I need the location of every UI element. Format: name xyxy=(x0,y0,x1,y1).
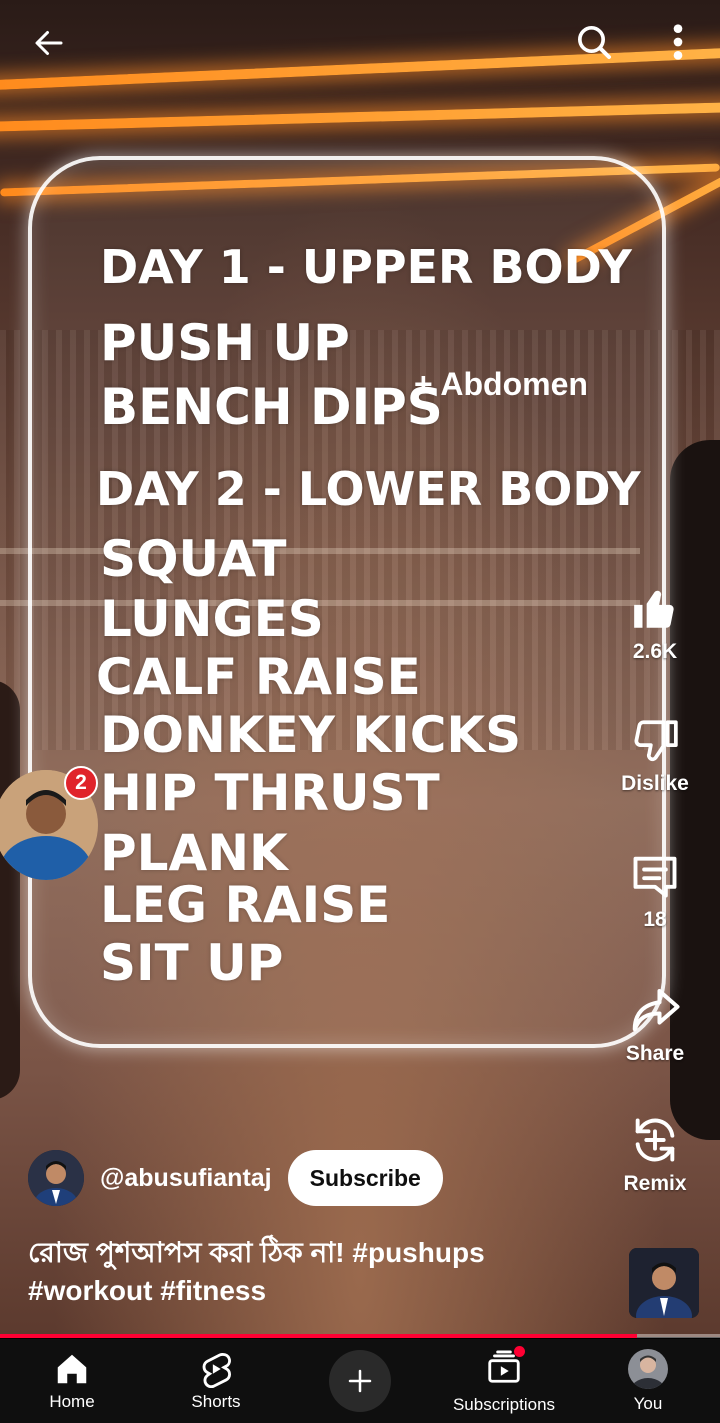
overlay-item: BENCH DIPS xyxy=(100,378,443,436)
progress-fill xyxy=(0,1334,638,1338)
subscriptions-icon-wrap xyxy=(485,1345,525,1391)
nav-label: You xyxy=(633,1394,663,1413)
share-label: Share xyxy=(625,1042,685,1065)
comment-count: 18 xyxy=(643,908,667,931)
overlay-item: CALF RAISE xyxy=(96,648,421,706)
nav-home[interactable]: Home xyxy=(0,1339,144,1423)
channel-row: @abusufiantaj Subscribe xyxy=(28,1150,443,1206)
channel-avatar[interactable] xyxy=(28,1150,84,1206)
more-vertical-icon xyxy=(673,24,683,60)
nav-label: Shorts xyxy=(191,1392,241,1411)
nav-subscriptions[interactable]: Subscriptions xyxy=(432,1339,576,1423)
like-count: 2.6K xyxy=(632,640,678,663)
overlay-note: + Abdomen xyxy=(414,366,588,402)
new-content-dot xyxy=(514,1345,525,1357)
comment-icon xyxy=(633,856,677,898)
channel-handle[interactable]: @abusufiantaj xyxy=(100,1164,272,1193)
overlay-item: LEG RAISE xyxy=(100,876,391,934)
thumbs-up-icon xyxy=(634,590,674,628)
bottom-navigation: Home Shorts Subscriptions You xyxy=(0,1339,720,1423)
like-button[interactable]: 2.6K xyxy=(590,584,720,664)
overlay-heading-day2: DAY 2 - LOWER BODY xyxy=(96,462,641,516)
overlay-item: SIT UP xyxy=(100,934,284,992)
more-options-button[interactable] xyxy=(656,18,700,66)
nav-label: Subscriptions xyxy=(452,1394,556,1414)
hashtag-link[interactable]: #pushups xyxy=(352,1237,484,1268)
caption-text: রোজ পুশআপস করা ঠিক না! xyxy=(28,1237,345,1268)
share-icon xyxy=(632,988,680,1032)
home-icon xyxy=(57,1354,87,1384)
search-icon xyxy=(578,26,611,59)
nav-create[interactable] xyxy=(288,1339,432,1423)
overlay-item: LUNGES xyxy=(100,590,324,648)
remix-button[interactable]: Remix xyxy=(590,1114,720,1196)
overlay-item: PLANK xyxy=(100,824,288,882)
back-button[interactable] xyxy=(26,20,72,66)
dislike-button[interactable]: Dislike xyxy=(590,716,720,796)
sound-thumbnail[interactable] xyxy=(629,1248,699,1318)
nav-shorts[interactable]: Shorts xyxy=(144,1339,288,1423)
overlay-item: PUSH UP xyxy=(100,314,350,372)
overlay-item: DONKEY KICKS xyxy=(100,706,522,764)
overlay-heading-day1: DAY 1 - UPPER BODY xyxy=(100,240,632,294)
channel-avatar-photo xyxy=(28,1150,84,1206)
comments-button[interactable]: 18 xyxy=(590,850,720,932)
overlay-item: SQUAT xyxy=(100,530,287,588)
shorts-icon xyxy=(202,1352,231,1388)
avatar xyxy=(628,1349,668,1389)
arrow-left-icon xyxy=(35,31,63,55)
neon-light xyxy=(0,102,720,132)
video-progress-bar[interactable] xyxy=(0,1334,720,1338)
notification-badge: 2 xyxy=(64,766,98,800)
hashtag-link[interactable]: #workout #fitness xyxy=(28,1275,266,1306)
thumbs-down-icon xyxy=(634,720,678,762)
person-left xyxy=(0,680,20,1100)
dislike-label: Dislike xyxy=(621,772,689,795)
create-button[interactable] xyxy=(329,1350,391,1412)
subscribe-button[interactable]: Subscribe xyxy=(287,1150,443,1206)
overlay-item: HIP THRUST xyxy=(100,764,440,822)
plus-icon xyxy=(348,1369,372,1393)
video-caption[interactable]: রোজ পুশআপস করা ঠিক না! #pushups #workout… xyxy=(28,1234,598,1310)
thumbnail-photo xyxy=(629,1248,699,1318)
remix-label: Remix xyxy=(623,1172,687,1195)
search-button[interactable] xyxy=(570,18,618,66)
share-button[interactable]: Share xyxy=(590,982,720,1066)
nav-you[interactable]: You xyxy=(576,1339,720,1423)
remix-icon xyxy=(635,1118,675,1162)
nav-label: Home xyxy=(49,1392,95,1411)
